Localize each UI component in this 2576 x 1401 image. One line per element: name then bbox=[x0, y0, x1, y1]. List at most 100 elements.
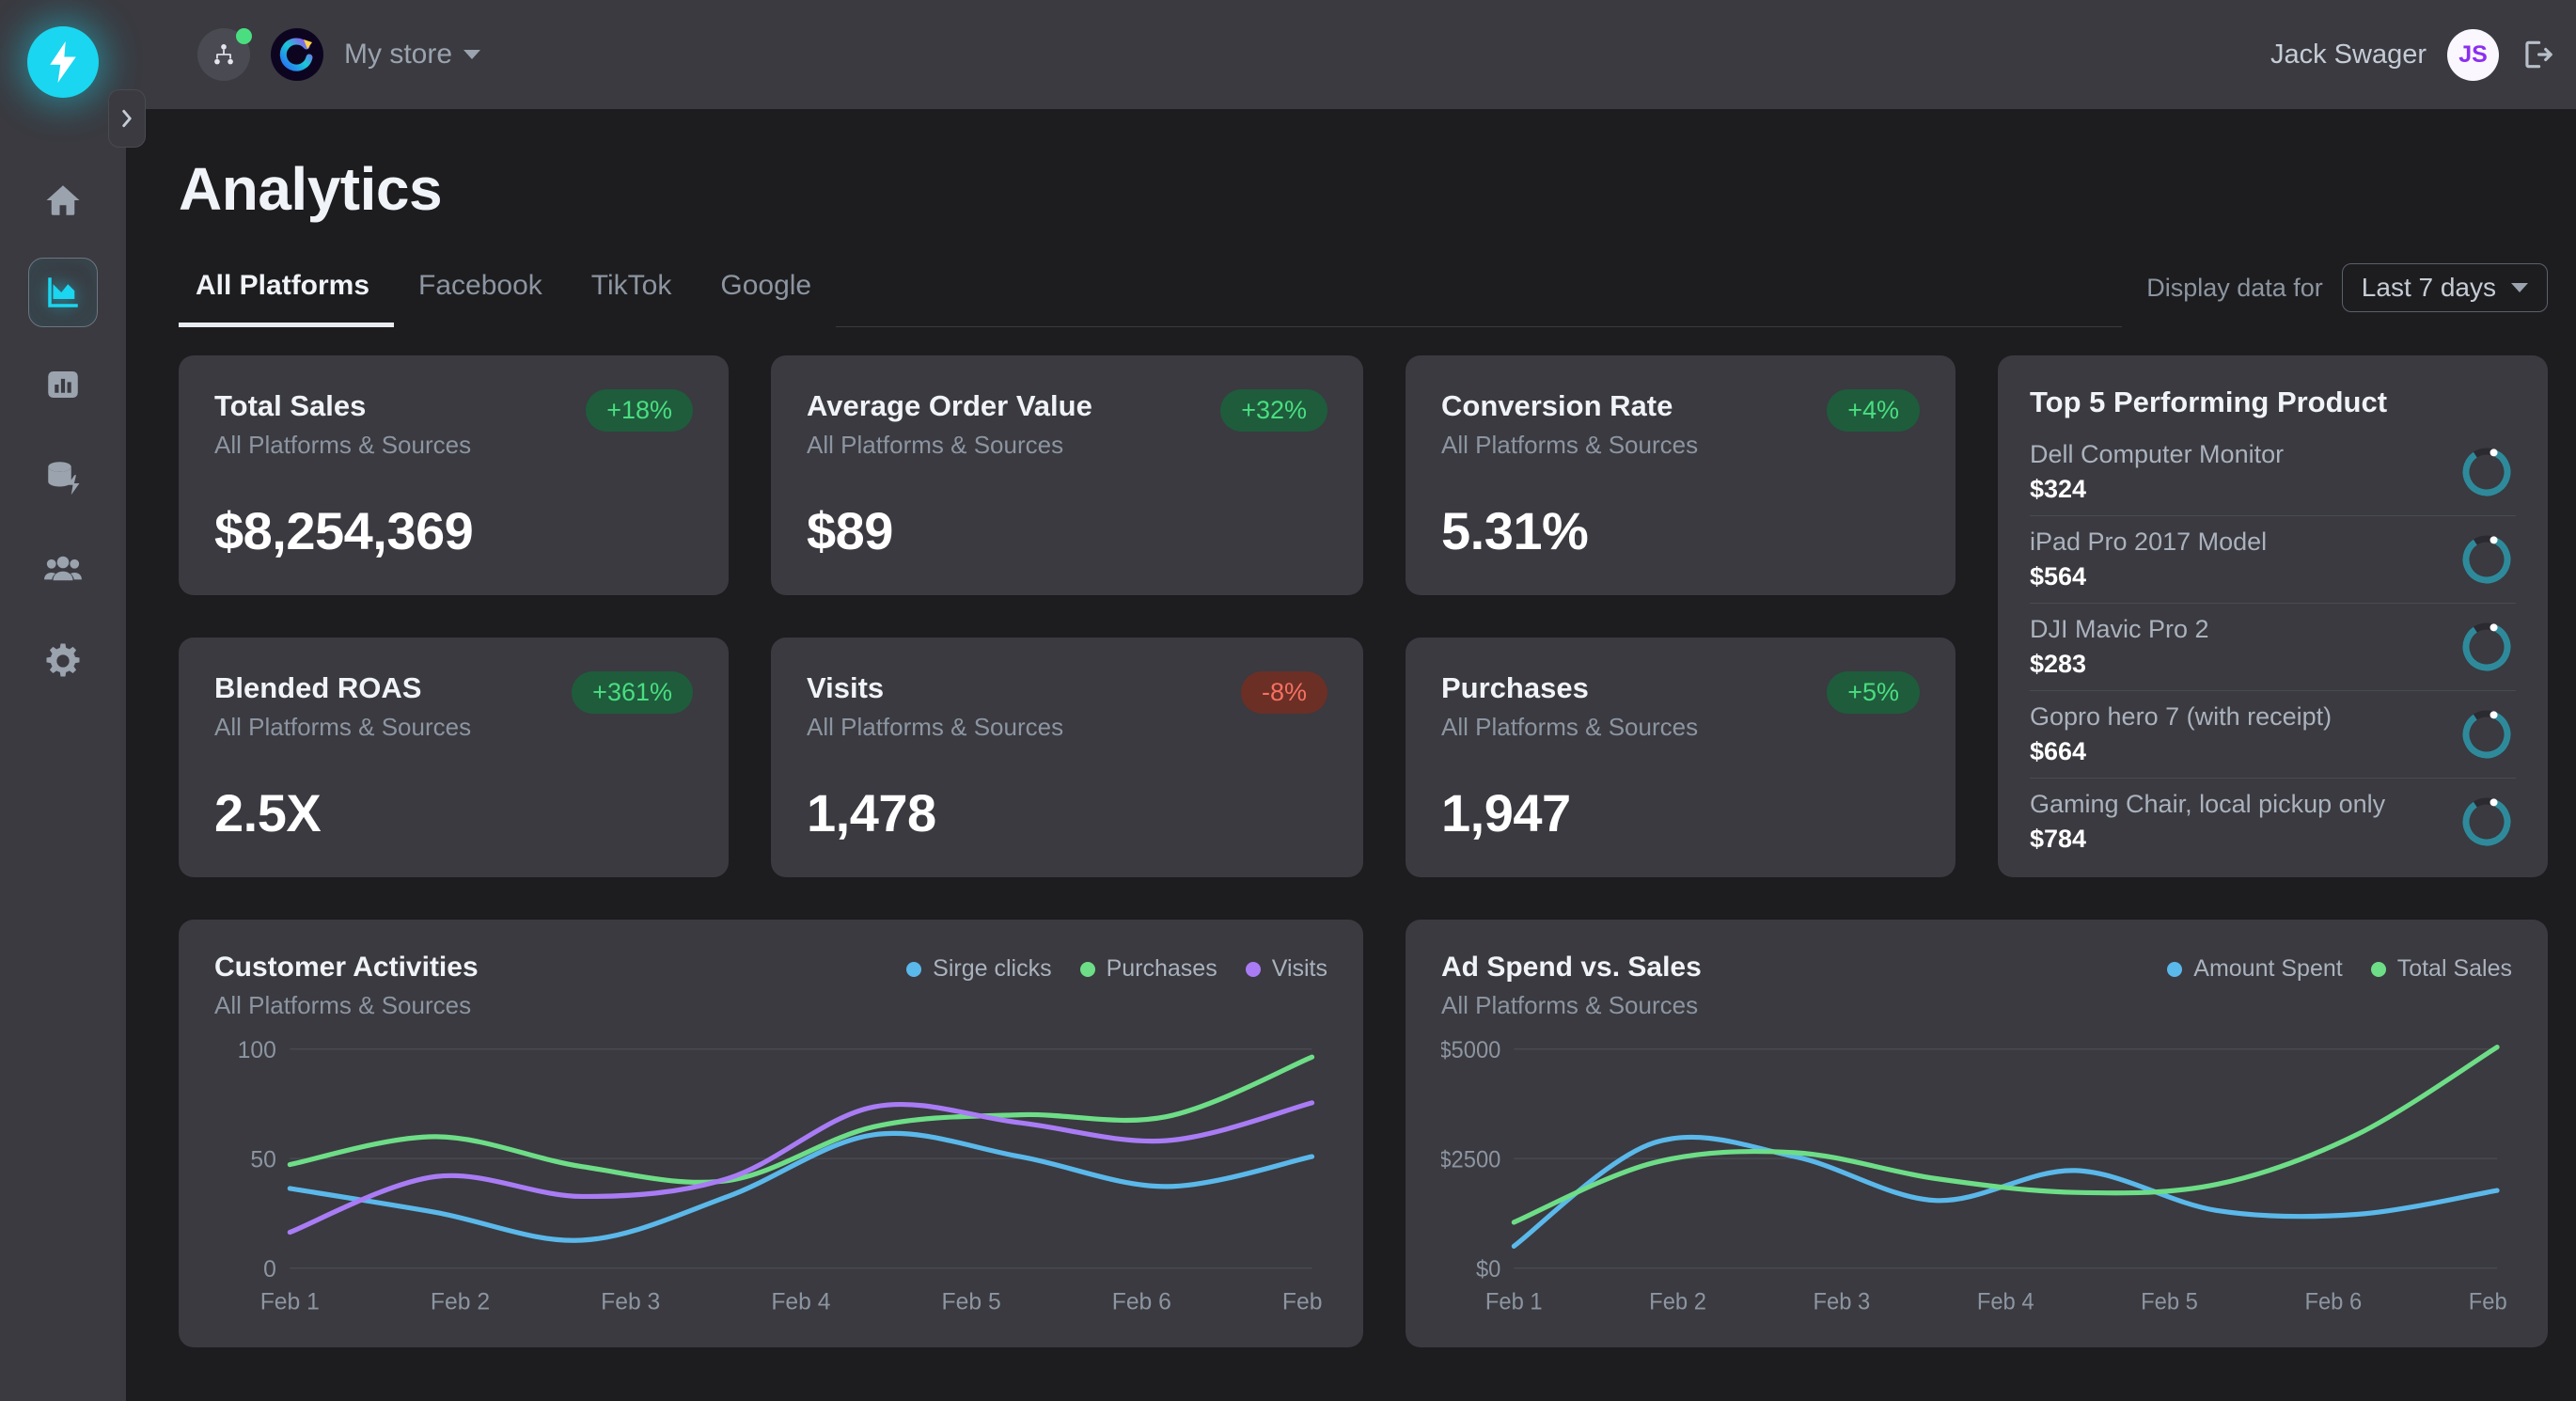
lightning-bolt-glyph bbox=[47, 41, 79, 83]
top-products-panel: Top 5 Performing Product Dell Computer M… bbox=[1998, 355, 2548, 877]
stat-card-purchases: Purchases All Platforms & Sources +5% 1,… bbox=[1406, 638, 1956, 877]
legend-color-dot bbox=[1246, 962, 1261, 977]
list-item[interactable]: Dell Computer Monitor$324 bbox=[2030, 429, 2516, 516]
sidebar bbox=[0, 0, 126, 1401]
series-line bbox=[1514, 1137, 2497, 1246]
status-badge: +361% bbox=[572, 671, 693, 714]
legend-color-dot bbox=[1080, 962, 1095, 977]
legend-label: Total Sales bbox=[2397, 955, 2512, 983]
product-price: $664 bbox=[2030, 737, 2332, 766]
stat-value: $89 bbox=[807, 500, 1327, 561]
store-logo-glyph bbox=[271, 28, 323, 81]
legend-color-dot bbox=[2167, 962, 2182, 977]
avatar[interactable]: JS bbox=[2447, 29, 2499, 81]
list-item[interactable]: Gopro hero 7 (with receipt)$664 bbox=[2030, 691, 2516, 779]
legend-item[interactable]: Amount Spent bbox=[2167, 955, 2342, 983]
stat-card-visits: Visits All Platforms & Sources -8% 1,478 bbox=[771, 638, 1363, 877]
logout-icon bbox=[2520, 37, 2555, 72]
stat-value: 1,478 bbox=[807, 782, 1327, 843]
progress-ring-icon bbox=[2458, 530, 2516, 589]
chart-card-customer-activities: Customer Activities All Platforms & Sour… bbox=[179, 920, 1363, 1347]
store-logo-icon[interactable] bbox=[271, 28, 323, 81]
sidebar-item-analytics[interactable] bbox=[28, 258, 98, 327]
date-range-control: Display data for Last 7 days bbox=[2146, 263, 2548, 327]
tab-underline bbox=[836, 326, 2122, 327]
legend-item[interactable]: Total Sales bbox=[2371, 955, 2512, 983]
top-products-list: Dell Computer Monitor$324iPad Pro 2017 M… bbox=[2030, 429, 2516, 865]
bar-chart-icon bbox=[43, 365, 83, 404]
topbar: My store Jack Swager JS bbox=[126, 0, 2576, 109]
stat-card-blended-roas: Blended ROAS All Platforms & Sources +36… bbox=[179, 638, 729, 877]
display-data-for-label: Display data for bbox=[2146, 274, 2323, 303]
tab-tiktok[interactable]: TikTok bbox=[567, 270, 697, 327]
chart-title: Ad Spend vs. Sales bbox=[1441, 952, 1702, 984]
top-products-title: Top 5 Performing Product bbox=[2030, 386, 2516, 419]
legend-item[interactable]: Sirge clicks bbox=[906, 955, 1051, 983]
chevron-down-icon bbox=[463, 50, 480, 59]
logout-button[interactable] bbox=[2520, 37, 2555, 72]
area-chart-icon bbox=[43, 273, 83, 312]
stat-subtitle: All Platforms & Sources bbox=[214, 713, 471, 742]
sidebar-item-audience[interactable] bbox=[28, 534, 98, 604]
chart-legend: Amount Spent Total Sales bbox=[2167, 952, 2512, 983]
line-chart-svg: $0$2500$5000Feb 1Feb 2Feb 3Feb 4Feb 5Feb… bbox=[1441, 1031, 2512, 1325]
x-axis-tick-label: Feb 7 bbox=[2469, 1289, 2512, 1315]
stat-subtitle: All Platforms & Sources bbox=[214, 431, 471, 460]
progress-ring-icon bbox=[2458, 443, 2516, 501]
stat-title: Purchases bbox=[1441, 671, 1698, 705]
status-badge: +18% bbox=[586, 389, 693, 432]
page-title: Analytics bbox=[179, 154, 2548, 224]
stat-card-average-order-value: Average Order Value All Platforms & Sour… bbox=[771, 355, 1363, 595]
main-content: Analytics All Platforms Facebook TikTok … bbox=[126, 109, 2576, 1401]
stat-subtitle: All Platforms & Sources bbox=[1441, 431, 1698, 460]
x-axis-tick-label: Feb 3 bbox=[1814, 1289, 1871, 1315]
legend-item[interactable]: Visits bbox=[1246, 955, 1327, 983]
x-axis-tick-label: Feb 5 bbox=[942, 1289, 1001, 1314]
sidebar-item-data-sources[interactable] bbox=[28, 442, 98, 512]
lightning-bolt-icon bbox=[27, 26, 99, 98]
chart-subtitle: All Platforms & Sources bbox=[214, 991, 479, 1020]
users-icon bbox=[43, 549, 83, 589]
progress-ring-icon bbox=[2458, 705, 2516, 763]
y-axis-tick-label: 100 bbox=[238, 1038, 276, 1063]
status-badge: +32% bbox=[1220, 389, 1327, 432]
tab-google[interactable]: Google bbox=[696, 270, 836, 327]
sidebar-item-reports[interactable] bbox=[28, 350, 98, 419]
product-name: iPad Pro 2017 Model bbox=[2030, 527, 2267, 557]
sidebar-item-home[interactable] bbox=[28, 165, 98, 235]
status-badge: +4% bbox=[1827, 389, 1920, 432]
list-item[interactable]: DJI Mavic Pro 2$283 bbox=[2030, 604, 2516, 691]
x-axis-tick-label: Feb 6 bbox=[1112, 1289, 1171, 1314]
list-item[interactable]: Gaming Chair, local pickup only$784 bbox=[2030, 779, 2516, 865]
x-axis-tick-label: Feb 6 bbox=[2304, 1289, 2362, 1315]
sidebar-collapse-button[interactable] bbox=[108, 89, 146, 148]
legend-label: Purchases bbox=[1107, 955, 1217, 983]
chart-card-ad-spend-vs-sales: Ad Spend vs. Sales All Platforms & Sourc… bbox=[1406, 920, 2548, 1347]
legend-label: Sirge clicks bbox=[933, 955, 1051, 983]
store-name-dropdown[interactable]: My store bbox=[344, 39, 480, 71]
series-line bbox=[1514, 1047, 2497, 1222]
analytics-dashboard: My store Jack Swager JS Analytics bbox=[0, 0, 2576, 1401]
org-tree-button[interactable] bbox=[197, 28, 250, 81]
stat-title: Average Order Value bbox=[807, 389, 1092, 423]
legend-label: Visits bbox=[1272, 955, 1327, 983]
line-chart-svg: 050100Feb 1Feb 2Feb 3Feb 4Feb 5Feb 6Feb … bbox=[214, 1031, 1327, 1325]
status-badge: -8% bbox=[1241, 671, 1327, 714]
chart-subtitle: All Platforms & Sources bbox=[1441, 991, 1702, 1020]
store-switcher[interactable]: My store bbox=[197, 28, 480, 81]
user-name-label: Jack Swager bbox=[2270, 39, 2427, 71]
gear-icon bbox=[43, 641, 83, 681]
date-range-select[interactable]: Last 7 days bbox=[2342, 263, 2548, 312]
stat-subtitle: All Platforms & Sources bbox=[807, 713, 1063, 742]
app-logo[interactable] bbox=[27, 26, 99, 98]
legend-item[interactable]: Purchases bbox=[1080, 955, 1217, 983]
chevron-down-icon bbox=[2511, 283, 2528, 292]
tab-all-platforms[interactable]: All Platforms bbox=[179, 270, 394, 327]
product-price: $784 bbox=[2030, 825, 2385, 854]
x-axis-tick-label: Feb 1 bbox=[1485, 1289, 1543, 1315]
y-axis-tick-label: 0 bbox=[263, 1257, 276, 1283]
sidebar-item-settings[interactable] bbox=[28, 626, 98, 696]
list-item[interactable]: iPad Pro 2017 Model$564 bbox=[2030, 516, 2516, 604]
tab-facebook[interactable]: Facebook bbox=[394, 270, 567, 327]
legend-label: Amount Spent bbox=[2193, 955, 2342, 983]
